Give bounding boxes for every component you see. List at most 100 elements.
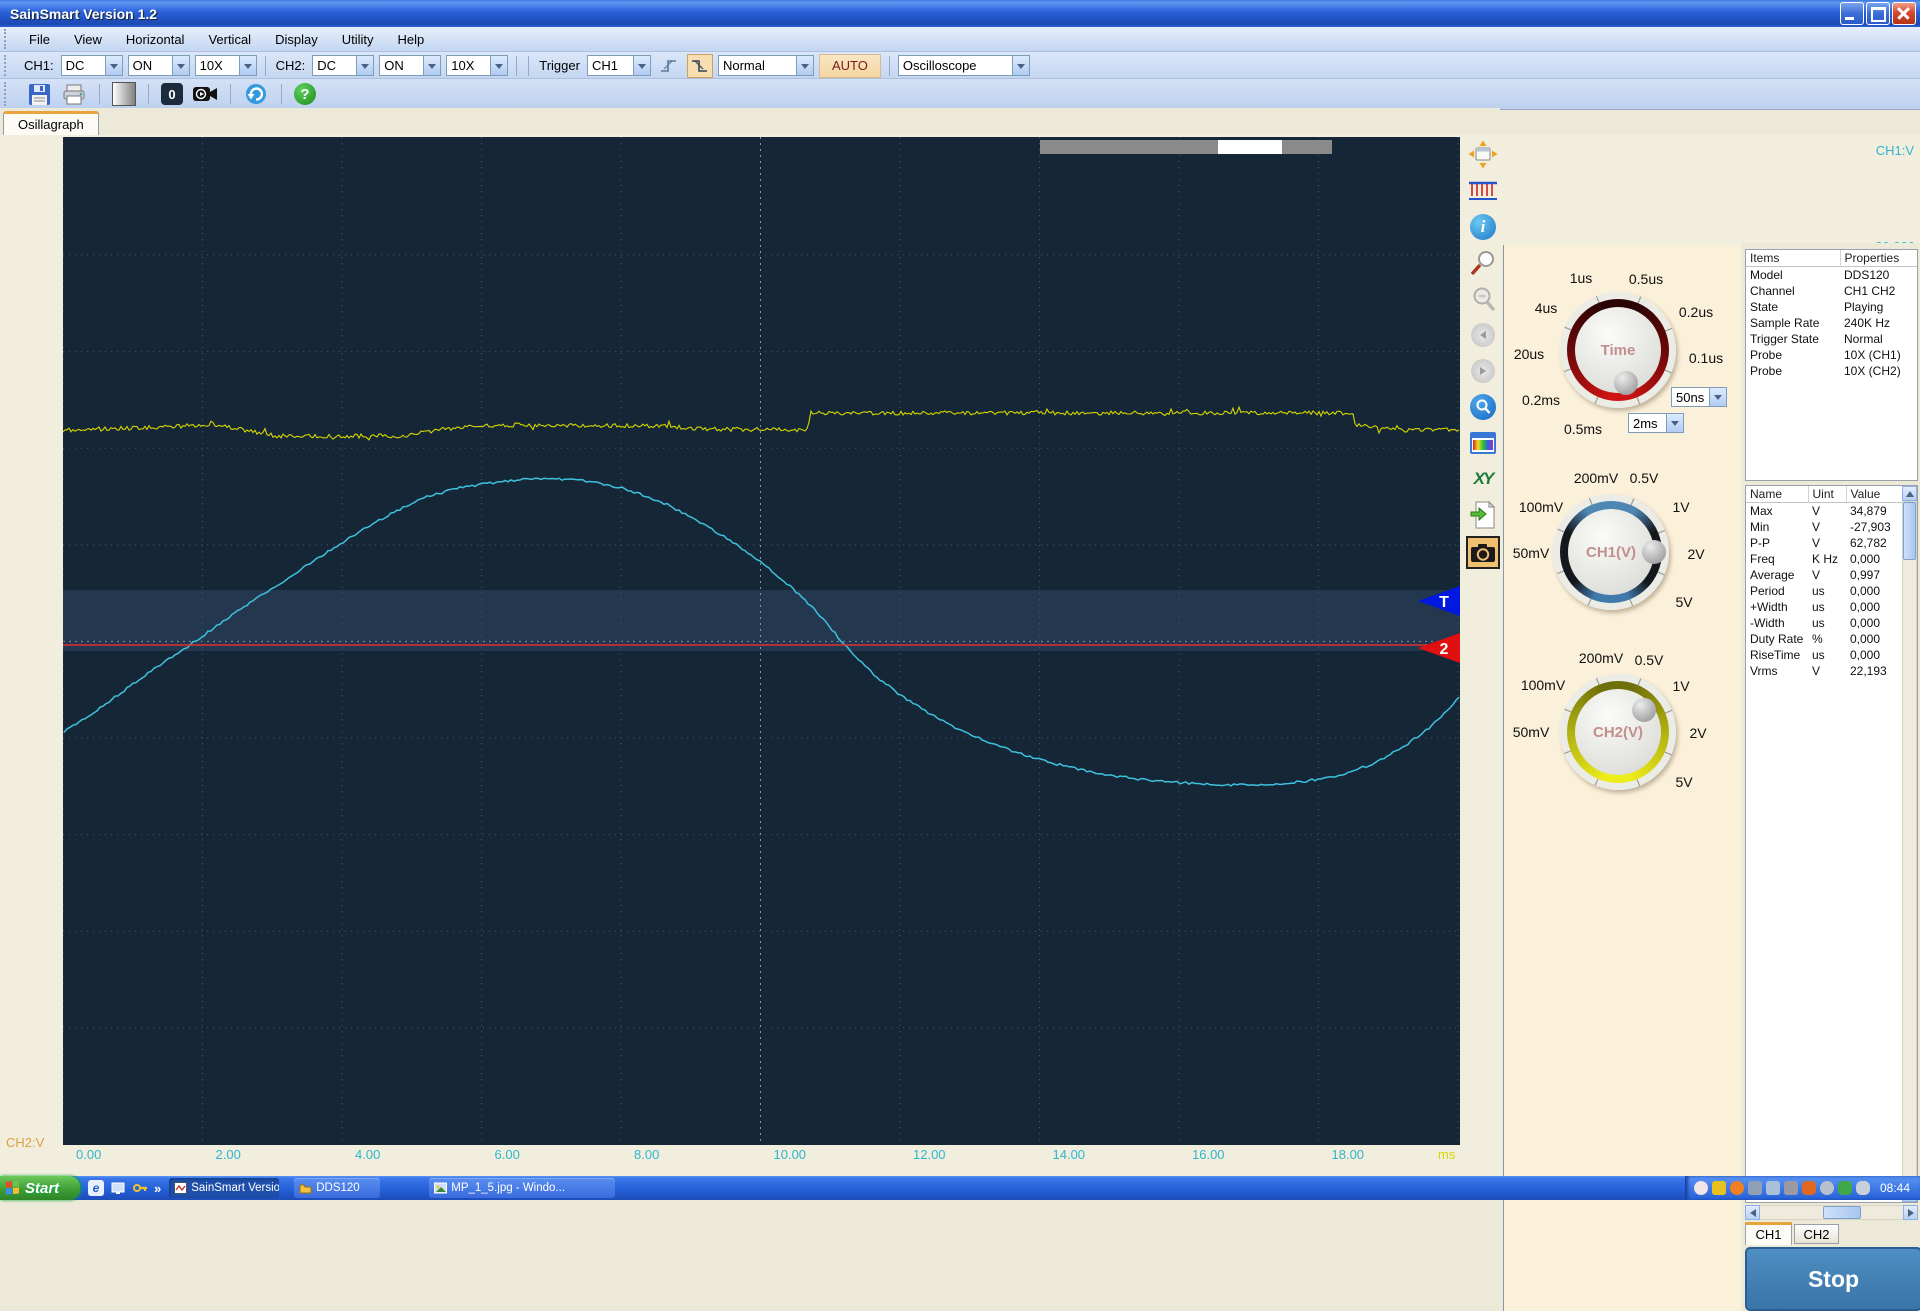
menu-utility[interactable]: Utility: [330, 32, 386, 47]
table-cell: V: [1812, 536, 1821, 550]
scrollbar-track[interactable]: [1902, 501, 1917, 1187]
table-cell: 0,997: [1850, 568, 1881, 582]
tray-icon[interactable]: [1855, 1181, 1870, 1195]
maximize-button[interactable]: [1866, 2, 1890, 25]
zoom-out-icon[interactable]: [1468, 284, 1498, 313]
chevron-down-icon[interactable]: [1011, 56, 1029, 75]
scope-canvas[interactable]: T2: [62, 137, 1460, 1145]
zoom-in-icon[interactable]: [1468, 248, 1498, 277]
ch2-state-select[interactable]: ON: [379, 55, 442, 76]
info-icon[interactable]: i: [1468, 212, 1498, 241]
chevron-down-icon[interactable]: [104, 56, 122, 75]
tray-icon[interactable]: [1747, 1181, 1762, 1195]
table-cell: Duty Rate: [1750, 632, 1804, 646]
scroll-left-button[interactable]: [1745, 1205, 1760, 1220]
table-row: Vrms V 22,193: [1746, 663, 1902, 679]
ch2-coupling-select[interactable]: DC: [312, 55, 375, 76]
ch1-probe-select[interactable]: 10X: [194, 55, 257, 76]
h-scrollbar-thumb[interactable]: [1823, 1206, 1861, 1219]
time-base-select[interactable]: 2ms: [1628, 413, 1684, 433]
tab-ch1[interactable]: CH1: [1745, 1222, 1792, 1245]
tray-icon[interactable]: [1729, 1181, 1744, 1195]
table-cell: P-P: [1750, 536, 1771, 550]
video-record-button[interactable]: [192, 81, 218, 107]
time-fine-select[interactable]: 50ns: [1671, 387, 1727, 407]
display-background-button[interactable]: [112, 82, 136, 106]
trigger-mode-select[interactable]: Normal: [717, 55, 814, 76]
search-zoom-icon[interactable]: [1468, 392, 1498, 421]
device-mode-select[interactable]: Oscilloscope: [897, 55, 1030, 76]
export-page-icon[interactable]: [1468, 500, 1498, 529]
internet-explorer-icon[interactable]: e: [88, 1180, 104, 1196]
chevron-down-icon[interactable]: [238, 56, 256, 75]
chevron-down-icon[interactable]: [490, 56, 508, 75]
x-axis-label: 8.00: [634, 1147, 660, 1162]
scroll-up-button[interactable]: [1902, 486, 1917, 501]
menu-horizontal[interactable]: Horizontal: [114, 32, 197, 47]
refresh-button[interactable]: [243, 81, 269, 107]
table-cell: -27,903: [1850, 520, 1891, 534]
tray-icon[interactable]: [1765, 1181, 1780, 1195]
menu-view[interactable]: View: [62, 32, 114, 47]
tab-oscillograph[interactable]: Osillagraph: [3, 111, 99, 136]
scrollbar-thumb[interactable]: [1903, 502, 1916, 560]
rising-edge-icon[interactable]: [656, 54, 682, 78]
ch2-volts-knob[interactable]: CH2(V) 200mV 0.5V 100mV 1V 50mV 2V 5V: [1513, 650, 1707, 790]
ch1-coupling-select[interactable]: DC: [60, 55, 123, 76]
key-tool-icon[interactable]: [132, 1180, 148, 1196]
table-row: P-P V 62,782: [1746, 535, 1902, 551]
trigger-source-select[interactable]: CH1: [586, 55, 651, 76]
chevron-down-icon[interactable]: [423, 56, 441, 75]
color-palette-icon[interactable]: [1468, 428, 1498, 457]
screenshot-camera-icon[interactable]: [1466, 536, 1500, 569]
tray-icon[interactable]: [1837, 1181, 1852, 1195]
ch2-probe-select[interactable]: 10X: [446, 55, 509, 76]
chevron-down-icon[interactable]: [1709, 388, 1726, 406]
print-button[interactable]: [61, 81, 87, 107]
chevron-down-icon[interactable]: [795, 56, 813, 75]
scroll-right-button[interactable]: [1903, 1205, 1918, 1220]
task-button[interactable]: DDS120: [294, 1178, 381, 1198]
menu-vertical[interactable]: Vertical: [196, 32, 263, 47]
tray-icon[interactable]: [1783, 1181, 1798, 1195]
record-counter[interactable]: 0: [161, 83, 183, 105]
save-button[interactable]: [26, 81, 52, 107]
ch1-volts-knob[interactable]: CH1(V) 200mV 0.5V 100mV 1V 50mV 2V 5V: [1513, 470, 1705, 610]
menu-help[interactable]: Help: [385, 32, 436, 47]
quick-launch-overflow-icon[interactable]: »: [154, 1181, 161, 1196]
menu-file[interactable]: File: [17, 32, 62, 47]
sample-comb-icon[interactable]: [1468, 176, 1498, 205]
knob-scale-label: 100mV: [1520, 677, 1566, 693]
chevron-down-icon[interactable]: [1666, 414, 1683, 432]
chevron-down-icon[interactable]: [632, 56, 650, 75]
menu-display[interactable]: Display: [263, 32, 330, 47]
tray-icon[interactable]: [1711, 1181, 1726, 1195]
table-cell: V: [1812, 568, 1821, 582]
stop-button[interactable]: Stop: [1745, 1247, 1920, 1311]
time-base-knob[interactable]: Time 1us 0.5us 0.2us 0.1us 4us 20us 0.2ms 0.5ms: [1514, 270, 1723, 437]
properties-header: Items Properties: [1746, 250, 1917, 267]
minimize-button[interactable]: [1840, 2, 1864, 25]
start-button[interactable]: Start: [0, 1176, 80, 1200]
help-button[interactable]: ?: [294, 83, 316, 105]
pan-view-icon[interactable]: [1468, 140, 1498, 169]
knob-scale-label: 50mV: [1512, 724, 1550, 740]
auto-button[interactable]: AUTO: [818, 53, 881, 78]
close-button[interactable]: [1892, 2, 1916, 25]
task-button[interactable]: MP_1_5.jpg - Windo...: [429, 1178, 616, 1198]
show-desktop-icon[interactable]: [110, 1180, 126, 1196]
tab-ch2[interactable]: CH2: [1794, 1224, 1839, 1244]
table-cell: 10X (CH1): [1844, 348, 1901, 362]
xy-mode-icon[interactable]: XY: [1468, 464, 1498, 493]
tray-icon[interactable]: [1693, 1181, 1708, 1195]
task-button[interactable]: SainSmart Version 1.2: [169, 1178, 280, 1198]
tray-icon[interactable]: [1801, 1181, 1816, 1195]
redo-view-icon[interactable]: [1468, 356, 1498, 385]
table-cell: us: [1812, 616, 1825, 630]
undo-view-icon[interactable]: [1468, 320, 1498, 349]
tray-icon[interactable]: [1819, 1181, 1834, 1195]
chevron-down-icon[interactable]: [356, 56, 374, 75]
falling-edge-icon[interactable]: [686, 53, 713, 78]
ch1-state-select[interactable]: ON: [127, 55, 190, 76]
chevron-down-icon[interactable]: [171, 56, 189, 75]
